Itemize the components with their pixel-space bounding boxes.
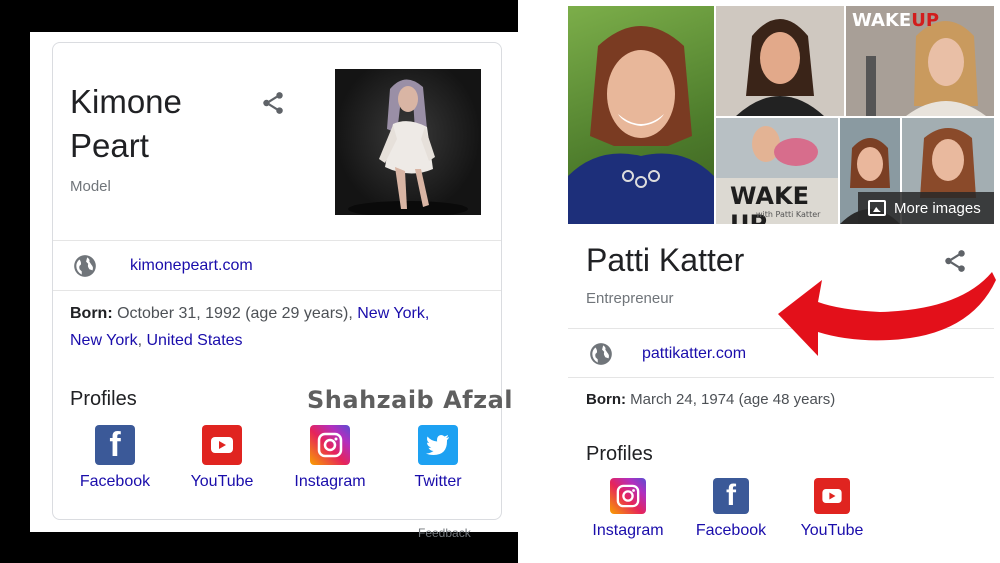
entity-name-line2: Peart [70,127,149,164]
divider [53,240,501,241]
globe-icon [590,343,612,365]
profile-label: Instagram [294,473,366,490]
profile-youtube[interactable]: YouTube [172,425,272,491]
profile-twitter[interactable]: Twitter [388,425,488,491]
twitter-icon [418,425,458,465]
share-icon[interactable] [260,90,286,116]
born-date: October 31, 1992 (age 29 years), [112,305,358,322]
profile-label: Facebook [79,473,151,490]
website-link[interactable]: kimonepeart.com [130,257,253,275]
facebook-icon: f [713,478,749,514]
born-date: March 24, 1974 (age 48 years) [626,391,836,408]
born-label: Born: [70,305,113,322]
website-link[interactable]: pattikatter.com [642,345,746,363]
profile-label: YouTube [800,522,864,539]
born-state-link[interactable]: New York [70,332,138,349]
profile-instagram[interactable]: Instagram [578,478,678,540]
entity-name: Patti Katter [586,242,745,278]
person-photo-icon [348,79,468,215]
profile-label: Facebook [695,522,767,539]
feedback-link[interactable]: Feedback [418,526,471,540]
profile-facebook[interactable]: f Facebook [65,425,165,491]
born-label: Born: [586,391,626,408]
gallery-image[interactable] [716,6,844,116]
entity-subtitle: Model [70,178,111,195]
profile-facebook[interactable]: f Facebook [681,478,781,540]
more-images-button[interactable]: More images [858,192,994,224]
entity-subtitle: Entrepreneur [586,290,674,307]
more-images-label: More images [894,199,981,217]
born-city-link[interactable]: New York, [357,305,429,322]
portrait-photo-icon [736,19,824,116]
profile-label: Instagram [592,522,664,539]
gallery-image[interactable]: WAKE UP with Patti Katter [716,118,838,224]
instagram-icon [610,478,646,514]
born-fact: Born: October 31, 1992 (age 29 years), N… [70,300,490,354]
gallery-image[interactable]: WAKEUP [846,6,994,116]
divider [568,377,994,378]
divider [53,290,501,291]
youtube-icon [202,425,242,465]
profile-youtube[interactable]: YouTube [782,478,882,540]
entity-photo[interactable] [335,69,481,215]
profile-instagram[interactable]: Instagram [280,425,380,491]
image-icon [868,200,886,216]
facebook-icon: f [95,425,135,465]
portrait-photo-icon [716,118,838,178]
born-fact: Born: March 24, 1974 (age 48 years) [586,386,835,413]
profiles-heading: Profiles [70,388,137,410]
youtube-icon [814,478,850,514]
globe-icon [74,255,96,277]
entity-name-line1: Kimone [70,83,182,120]
watermark-text: Shahzaib Afzal [307,386,513,414]
wake-up-tagline: with Patti Katter [756,210,821,219]
wake-up-logo: WAKEUP [852,10,940,31]
profile-label: Twitter [414,473,462,490]
red-arrow-annotation [778,272,996,356]
portrait-photo-icon [568,26,714,224]
profile-label: YouTube [190,473,254,490]
born-country-link[interactable]: United States [146,332,242,349]
profiles-heading: Profiles [586,443,653,465]
instagram-icon [310,425,350,465]
gallery-image-main[interactable] [568,6,714,224]
